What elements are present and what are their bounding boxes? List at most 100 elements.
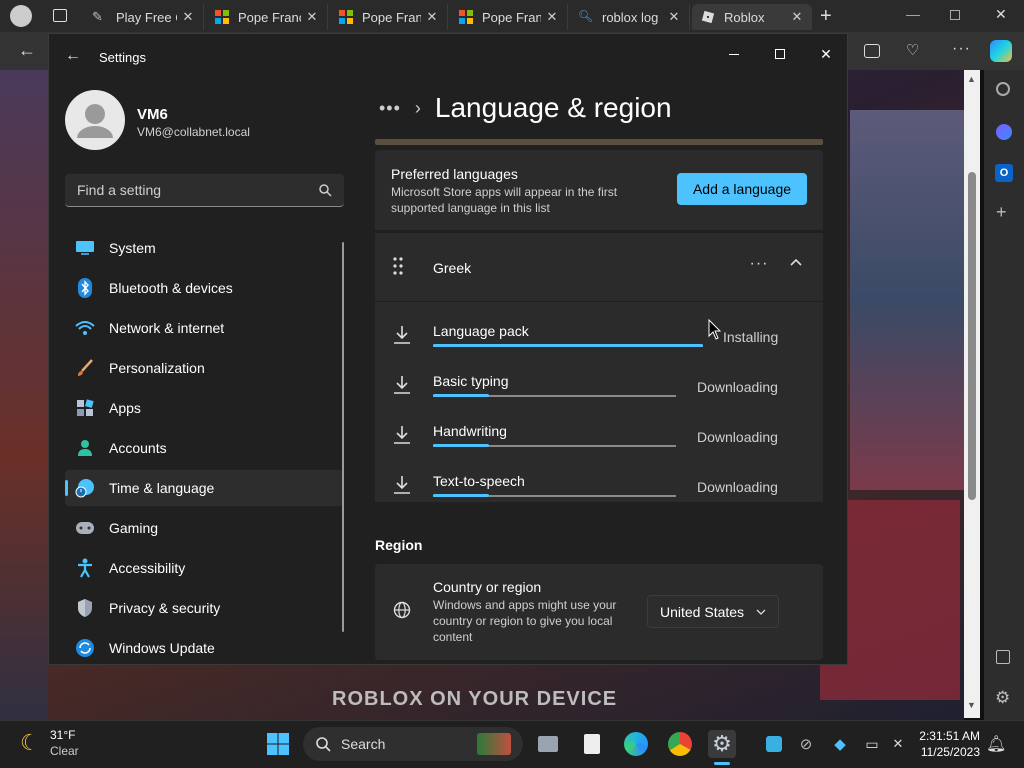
taskbar-search[interactable]: Search [303, 727, 523, 761]
close-tab-icon[interactable]: ✕ [181, 9, 195, 25]
sidebar-item-accounts[interactable]: Accounts [65, 430, 343, 466]
preferred-languages-title: Preferred languages [391, 166, 518, 182]
tab-actions-icon[interactable] [53, 9, 67, 22]
volume-muted-icon[interactable]: ✕ [884, 730, 912, 758]
search-highlight-icon [477, 733, 511, 755]
weather-temperature[interactable]: 31°F [50, 728, 75, 742]
clock-date[interactable]: 11/25/2023 [916, 745, 980, 759]
weather-condition[interactable]: Clear [50, 744, 79, 758]
close-tab-icon[interactable]: ✕ [545, 9, 559, 25]
profile-email: VM6@collabnet.local [137, 125, 250, 139]
profile-icon[interactable] [10, 5, 32, 27]
collections-icon[interactable] [864, 44, 880, 58]
close-tab-icon[interactable]: ✕ [790, 9, 804, 25]
browser-tab[interactable]: Pope Franc ✕ [206, 4, 328, 30]
sidebar-item-windows-update[interactable]: Windows Update [65, 630, 343, 664]
close-tab-icon[interactable]: ✕ [425, 9, 439, 25]
browser-tab[interactable]: 🔍︎ roblox log ✕ [570, 4, 690, 30]
chrome-icon [668, 732, 692, 756]
minimize-button[interactable] [711, 40, 757, 68]
settings-app-button[interactable]: ⚙ [708, 730, 736, 758]
sidebar-item-apps[interactable]: Apps [65, 390, 343, 426]
browser-tab[interactable]: ✎ Play Free C ✕ [84, 4, 204, 30]
more-icon[interactable]: ··· [952, 40, 971, 58]
feature-row: Text-to-speech Downloading [375, 467, 823, 517]
defender-icon[interactable]: ◆ [826, 730, 854, 758]
add-language-button[interactable]: Add a language [677, 173, 807, 205]
clock-time[interactable]: 2:31:51 AM [916, 729, 980, 743]
restore-icon[interactable] [950, 10, 960, 20]
browser-tab[interactable]: Pope Franc ✕ [330, 4, 448, 30]
download-icon [393, 475, 411, 495]
sidebar-item-network[interactable]: Network & internet [65, 310, 343, 346]
wifi-icon [75, 318, 95, 338]
sidebar-item-time-language[interactable]: Time & language [65, 470, 343, 506]
tray-app-icon[interactable] [760, 730, 788, 758]
country-region-title: Country or region [433, 579, 542, 595]
back-icon[interactable]: ← [65, 47, 81, 65]
maximize-icon [775, 49, 785, 59]
tab-favicon-icon: ✎ [92, 9, 103, 24]
task-view-button[interactable] [534, 730, 562, 758]
gear-icon[interactable]: ⚙ [995, 688, 1010, 708]
notification-bell-icon[interactable]: 🔔︎ [986, 734, 1006, 754]
display-icon[interactable]: ▭ [858, 730, 886, 758]
search-input[interactable]: Find a setting [65, 174, 344, 207]
start-button[interactable] [264, 730, 292, 758]
file-explorer-button[interactable] [578, 730, 606, 758]
new-tab-icon[interactable]: + [820, 5, 832, 28]
progress-bar [433, 444, 676, 447]
avatar[interactable] [65, 90, 125, 150]
person-icon [75, 438, 95, 458]
nav-scrollbar[interactable] [342, 242, 344, 632]
sidebar-item-accessibility[interactable]: Accessibility [65, 550, 343, 586]
shield-icon [75, 598, 95, 618]
chevron-up-icon[interactable] [789, 255, 809, 277]
feature-name: Basic typing [433, 373, 509, 389]
feature-row: Handwriting Downloading [375, 417, 823, 467]
close-button[interactable]: ✕ [803, 40, 847, 68]
minimize-icon[interactable]: — [906, 6, 920, 22]
page-scrollbar-thumb[interactable] [968, 172, 976, 500]
copilot-sidebar-icon[interactable] [996, 124, 1012, 140]
close-tab-icon[interactable]: ✕ [305, 9, 319, 25]
country-region-desc: Windows and apps might use your country … [433, 598, 617, 644]
update-icon [75, 638, 95, 658]
browser-tab-active[interactable]: Roblox ✕ [692, 4, 812, 30]
browser-tab[interactable]: Pope Franc ✕ [450, 4, 568, 30]
region-heading: Region [375, 537, 423, 553]
breadcrumb-more[interactable]: ••• [379, 98, 401, 119]
outlook-icon[interactable]: O [995, 164, 1013, 182]
browser-tab-bar: ✎ Play Free C ✕ Pope Franc ✕ Pope Franc … [0, 0, 1024, 32]
add-icon[interactable]: + [996, 202, 1007, 223]
sidebar-toggle-icon[interactable] [996, 650, 1010, 664]
sidebar-item-privacy[interactable]: Privacy & security [65, 590, 343, 626]
feature-name: Handwriting [433, 423, 507, 439]
back-icon[interactable]: ← [18, 40, 36, 61]
sidebar-item-personalization[interactable]: Personalization [65, 350, 343, 386]
sidebar-item-bluetooth[interactable]: Bluetooth & devices [65, 270, 343, 306]
feature-row: Language pack Installing [375, 317, 823, 367]
sidebar-item-system[interactable]: System [65, 230, 343, 266]
country-region-select[interactable]: United States [647, 595, 779, 628]
more-options-icon[interactable]: ··· [747, 255, 771, 277]
close-icon[interactable]: ✕ [995, 6, 1007, 23]
drag-handle-icon[interactable] [393, 257, 403, 275]
sidebar-item-gaming[interactable]: Gaming [65, 510, 343, 546]
gear-icon: ⚙ [712, 731, 732, 756]
edge-button[interactable] [622, 730, 650, 758]
chevron-right-icon: › [414, 97, 421, 118]
scroll-down-icon[interactable]: ▼ [967, 700, 976, 710]
language-item-greek[interactable]: Greek ··· [375, 233, 823, 301]
moon-icon[interactable]: ☾ [20, 730, 40, 756]
network-off-icon[interactable]: ⊘ [792, 730, 820, 758]
scroll-up-icon[interactable]: ▲ [967, 74, 976, 84]
edge-sidebar: O + ⚙ [984, 70, 1024, 720]
close-tab-icon[interactable]: ✕ [667, 9, 681, 25]
preferred-languages-desc: Microsoft Store apps will appear in the … [391, 185, 618, 215]
copilot-icon[interactable] [990, 40, 1012, 62]
chrome-button[interactable] [666, 730, 694, 758]
health-icon[interactable]: ♡ [906, 41, 919, 59]
search-icon[interactable] [996, 82, 1010, 96]
maximize-button[interactable] [757, 40, 803, 68]
